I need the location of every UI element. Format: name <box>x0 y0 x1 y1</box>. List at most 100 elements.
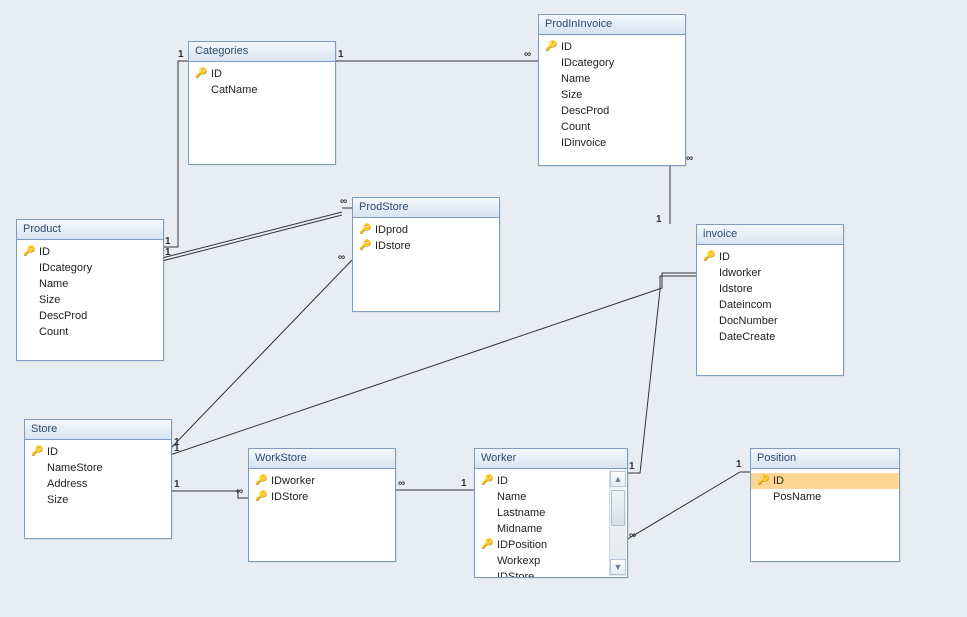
entity-titlebar[interactable]: Store <box>25 420 171 440</box>
entity-titlebar[interactable]: ProdInInvoice <box>539 15 685 35</box>
field-row[interactable]: 🔑ID <box>17 244 163 260</box>
entity-position[interactable]: Position 🔑IDPosName <box>750 448 900 562</box>
field-name: Count <box>39 326 68 338</box>
cardinality-one: 1 <box>174 479 180 490</box>
entity-titlebar[interactable]: Position <box>751 449 899 469</box>
entity-titlebar[interactable]: WorkStore <box>249 449 395 469</box>
field-row[interactable]: PosName <box>751 489 899 505</box>
entity-prodininvoice[interactable]: ProdInInvoice 🔑IDIDcategoryNameSizeDescPr… <box>538 14 686 166</box>
entity-body: 🔑IDCatName <box>189 62 335 164</box>
field-row[interactable]: Idworker <box>697 265 843 281</box>
relationship-line <box>626 472 750 540</box>
field-row[interactable]: Dateincom <box>697 297 843 313</box>
field-row[interactable]: Size <box>25 492 171 508</box>
field-row[interactable]: Name <box>17 276 163 292</box>
cardinality-one: 1 <box>174 443 180 454</box>
primary-key-icon: 🔑 <box>31 446 43 457</box>
field-row[interactable]: 🔑ID <box>189 66 335 82</box>
primary-key-icon: 🔑 <box>23 246 35 257</box>
field-row[interactable]: DateCreate <box>697 329 843 345</box>
field-row[interactable]: DocNumber <box>697 313 843 329</box>
field-row[interactable]: Lastname <box>475 505 627 521</box>
entity-workstore[interactable]: WorkStore 🔑IDworker🔑IDStore <box>248 448 396 562</box>
entity-body: 🔑IDNameLastname Midname 🔑IDPosition Workexp… <box>475 469 627 577</box>
primary-key-icon: 🔑 <box>481 475 493 486</box>
scroll-up-icon[interactable]: ▲ <box>610 471 626 487</box>
field-row[interactable]: CatName <box>189 82 335 98</box>
scrollbar[interactable]: ▲▼ <box>609 470 626 576</box>
cardinality-one: 1 <box>736 459 742 470</box>
cardinality-one: 1 <box>656 214 662 225</box>
cardinality-one: 1 <box>338 49 344 60</box>
primary-key-icon: 🔑 <box>545 41 557 52</box>
field-name: IDStore <box>497 571 534 577</box>
field-row[interactable]: Name <box>539 71 685 87</box>
field-name: Count <box>561 121 590 133</box>
entity-worker[interactable]: Worker 🔑IDNameLastname Midname 🔑IDPosition W… <box>474 448 628 578</box>
entity-store[interactable]: Store 🔑IDNameStore Address Size <box>24 419 172 539</box>
field-row[interactable]: Count <box>17 324 163 340</box>
primary-key-icon: 🔑 <box>481 539 493 550</box>
field-row[interactable]: 🔑ID <box>25 444 171 460</box>
field-row[interactable]: NameStore <box>25 460 171 476</box>
field-name: ID <box>211 68 222 80</box>
field-row[interactable]: Size <box>17 292 163 308</box>
field-name: Name <box>39 278 68 290</box>
er-diagram-canvas[interactable]: { "entities": { "product": {"title":"Pro… <box>0 0 967 617</box>
field-row[interactable]: 🔑IDworker <box>249 473 395 489</box>
field-row[interactable]: Size <box>539 87 685 103</box>
field-name: IDinvoice <box>561 137 606 149</box>
field-row[interactable]: 🔑IDstore <box>353 238 499 254</box>
scroll-down-icon[interactable]: ▼ <box>610 559 626 575</box>
field-name: Workexp <box>497 555 540 567</box>
primary-key-icon: 🔑 <box>255 475 267 486</box>
entity-categories[interactable]: Categories🔑IDCatName <box>188 41 336 165</box>
entity-body: 🔑IDIDcategory Name SizeDescProd Count <box>17 240 163 360</box>
field-row[interactable]: 🔑ID <box>751 473 899 489</box>
field-name: Idworker <box>719 267 761 279</box>
field-row[interactable]: IDStore <box>475 569 627 577</box>
cardinality-many: ∞ <box>524 49 531 60</box>
entity-title: WorkStore <box>255 449 307 468</box>
field-row[interactable]: DescProd <box>539 103 685 119</box>
entity-titlebar[interactable]: Product <box>17 220 163 240</box>
field-row[interactable]: IDinvoice <box>539 135 685 151</box>
entity-titlebar[interactable]: invoice <box>697 225 843 245</box>
field-row[interactable]: Workexp <box>475 553 627 569</box>
field-name: Midname <box>497 523 542 535</box>
entity-title: Store <box>31 420 57 439</box>
relationship-line <box>170 260 352 449</box>
field-row[interactable]: 🔑ID <box>475 473 627 489</box>
field-row[interactable]: DescProd <box>17 308 163 324</box>
entity-titlebar[interactable]: ProdStore <box>353 198 499 218</box>
field-row[interactable]: Midname <box>475 521 627 537</box>
field-row[interactable]: Idstore <box>697 281 843 297</box>
field-row[interactable]: 🔑IDPosition <box>475 537 627 553</box>
entity-titlebar[interactable]: Categories <box>189 42 335 62</box>
entity-product[interactable]: Product 🔑IDIDcategory Name SizeDescProd Coun… <box>16 219 164 361</box>
cardinality-many: ∞ <box>340 196 347 207</box>
field-row[interactable]: 🔑IDprod <box>353 222 499 238</box>
field-name: Idstore <box>719 283 753 295</box>
primary-key-icon: 🔑 <box>359 240 371 251</box>
field-row[interactable]: Address <box>25 476 171 492</box>
field-row[interactable]: 🔑ID <box>697 249 843 265</box>
field-row[interactable]: IDcategory <box>17 260 163 276</box>
entity-title: ProdInInvoice <box>545 15 612 34</box>
field-name: Address <box>47 478 87 490</box>
primary-key-icon: 🔑 <box>757 475 769 486</box>
cardinality-one: 1 <box>629 461 635 472</box>
field-row[interactable]: Count <box>539 119 685 135</box>
cardinality-many: ∞ <box>236 486 243 497</box>
primary-key-icon: 🔑 <box>703 251 715 262</box>
field-row[interactable]: IDcategory <box>539 55 685 71</box>
field-row[interactable]: 🔑IDStore <box>249 489 395 505</box>
scroll-thumb[interactable] <box>611 490 625 526</box>
entity-title: ProdStore <box>359 198 409 217</box>
entity-titlebar[interactable]: Worker <box>475 449 627 469</box>
field-name: DateCreate <box>719 331 775 343</box>
entity-prodstore[interactable]: ProdStore 🔑IDprod🔑IDstore <box>352 197 500 312</box>
field-row[interactable]: Name <box>475 489 627 505</box>
entity-invoice[interactable]: invoice 🔑ID Idworker Idstore DateincomDocNum… <box>696 224 844 376</box>
field-row[interactable]: 🔑ID <box>539 39 685 55</box>
